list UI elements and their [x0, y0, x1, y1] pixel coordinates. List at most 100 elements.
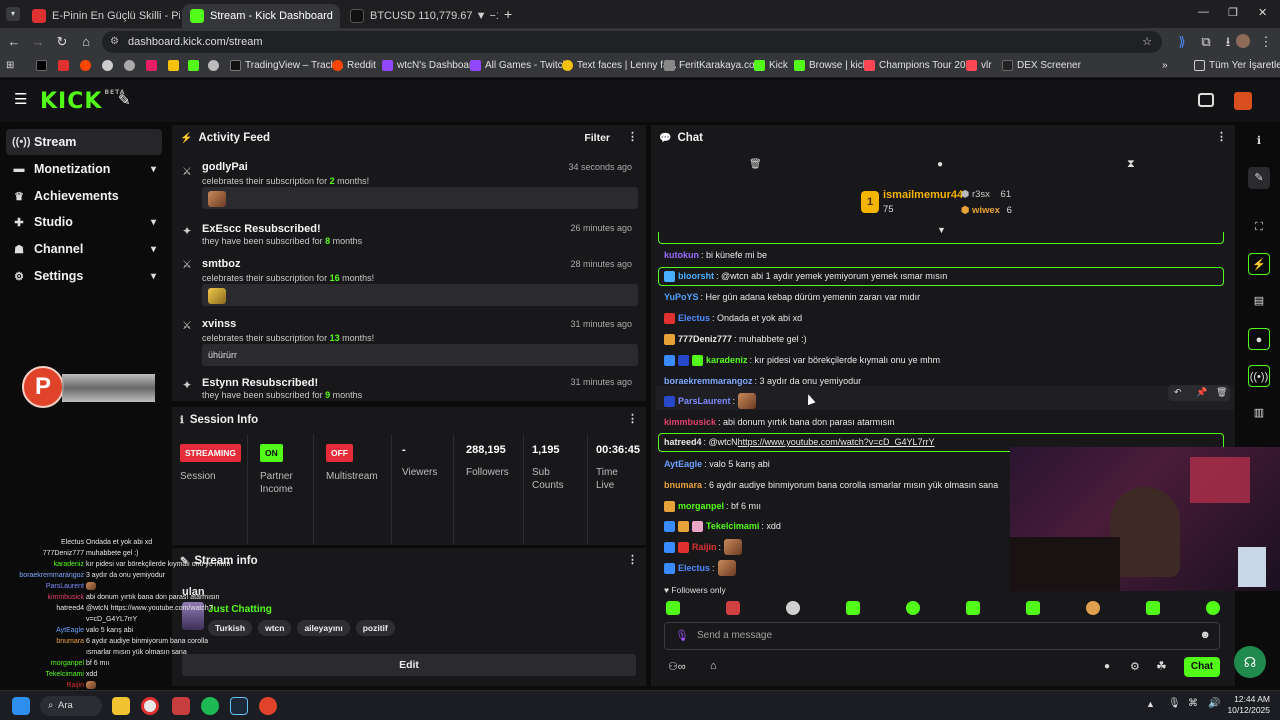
- emote-button[interactable]: [906, 601, 920, 615]
- bookmark-text-faces[interactable]: Text faces | Lenny fa...: [562, 60, 677, 71]
- clock[interactable]: 12:44 AM 10/12/2025: [1226, 694, 1270, 716]
- app-icon[interactable]: [259, 697, 277, 715]
- tag-chip[interactable]: aileyayını: [297, 620, 350, 636]
- url-bar[interactable]: ⚙ dashboard.kick.com/stream ☆: [102, 31, 1162, 53]
- tab-pindirim[interactable]: E-Pinin En Güçlü Skilli - Pindirim ✕: [24, 4, 180, 28]
- bookmark-globe[interactable]: [102, 60, 117, 71]
- more-options-icon[interactable]: ⋮: [627, 555, 638, 566]
- all-bookmarks-folder[interactable]: Tüm Yer İşaretleri: [1194, 60, 1280, 71]
- chat-username[interactable]: boraekremmarangoz: [664, 376, 753, 386]
- chat-username[interactable]: Electus: [678, 563, 710, 573]
- chat-username[interactable]: kimmbusick: [664, 417, 716, 427]
- more-options-icon[interactable]: ⋮: [627, 414, 638, 425]
- pencil-icon[interactable]: ✎: [1248, 167, 1270, 189]
- bookmark-kick[interactable]: Kick: [754, 60, 788, 71]
- close-window-button[interactable]: ✕: [1258, 6, 1267, 19]
- document-icon[interactable]: ▤: [1248, 290, 1270, 312]
- hamburger-menu-icon[interactable]: ☰: [14, 92, 27, 107]
- emote-button[interactable]: [966, 601, 980, 615]
- emote-button[interactable]: [726, 601, 740, 615]
- tab-kick-dashboard[interactable]: Stream - Kick Dashboard ✕: [182, 4, 340, 28]
- store-icon[interactable]: ⌂: [710, 660, 717, 672]
- steam-icon[interactable]: [230, 697, 248, 715]
- bookmark-y[interactable]: [146, 60, 161, 71]
- broadcast-icon[interactable]: ((•)): [1248, 365, 1270, 387]
- spotify-icon[interactable]: [201, 697, 219, 715]
- emote-button[interactable]: [846, 601, 860, 615]
- filter-button[interactable]: Filter: [584, 132, 610, 144]
- chat-username[interactable]: AytEagle: [664, 459, 702, 469]
- chat-username[interactable]: ParsLaurent: [678, 396, 731, 406]
- back-icon[interactable]: ←: [6, 34, 22, 50]
- bookmark-yellow[interactable]: [168, 60, 183, 71]
- bookmark-feritkarakaya[interactable]: FeritKarakaya.com: [664, 60, 763, 71]
- emote-button[interactable]: [786, 601, 800, 615]
- feed-user[interactable]: smtboz: [202, 258, 241, 270]
- crop-icon[interactable]: ⛶: [1248, 216, 1270, 238]
- emote-button[interactable]: [1146, 601, 1160, 615]
- chrome-icon[interactable]: [141, 697, 159, 715]
- trash-icon[interactable]: 🗑: [749, 159, 762, 170]
- profile-avatar[interactable]: [1236, 34, 1250, 48]
- chat-input[interactable]: 🎙 Send a message ☻: [664, 622, 1220, 650]
- chat-username[interactable]: bnumara: [664, 480, 702, 490]
- forward-icon[interactable]: →: [30, 34, 46, 50]
- chat-username[interactable]: Electus: [678, 313, 710, 323]
- chat-username[interactable]: hatreed4: [664, 437, 702, 447]
- bookmark-vlr[interactable]: vlr: [966, 60, 992, 71]
- taskbar-search[interactable]: ⌕ Ara: [40, 696, 102, 716]
- network-icon[interactable]: ⌘: [1188, 698, 1198, 709]
- microphone-icon[interactable]: 🎙: [1168, 698, 1181, 709]
- chat-rules-icon[interactable]: ●: [1104, 661, 1110, 672]
- site-info-icon[interactable]: ⚙: [110, 31, 119, 53]
- chat-bubble-icon[interactable]: ●: [1248, 328, 1270, 350]
- downloads-icon[interactable]: ⭳: [1220, 34, 1236, 50]
- bookmark-browse-kick[interactable]: Browse | kick: [794, 60, 868, 71]
- volume-icon[interactable]: 🔊: [1208, 698, 1220, 709]
- apps-grid-icon[interactable]: ⊞: [6, 60, 14, 71]
- chat-username[interactable]: 777Deniz777: [678, 334, 732, 344]
- emoji-picker-icon[interactable]: ☻: [1199, 629, 1211, 641]
- third-gifter[interactable]: ⬢ wiwex 6: [961, 205, 1012, 216]
- chat-username[interactable]: YuPoYS: [664, 292, 699, 302]
- bookmark-green[interactable]: [188, 60, 203, 71]
- sidebar-item-studio[interactable]: ✚ Studio ▾: [6, 209, 162, 235]
- more-bookmarks-icon[interactable]: »: [1162, 60, 1168, 71]
- feed-user[interactable]: Estynn Resubscribed!: [202, 377, 318, 389]
- bookmark-youtube[interactable]: [58, 60, 73, 71]
- close-icon[interactable]: ✕: [333, 10, 340, 23]
- emote-button[interactable]: [1026, 601, 1040, 615]
- new-tab-button[interactable]: +: [504, 6, 512, 22]
- chat-mode-icon[interactable]: ●: [937, 159, 943, 170]
- multistream-badge[interactable]: OFF: [326, 444, 353, 462]
- emote-button[interactable]: [1206, 601, 1220, 615]
- tag-chip[interactable]: pozitif: [355, 620, 395, 636]
- bookmark-reddit-1[interactable]: [80, 60, 95, 71]
- chat-username[interactable]: morganpel: [678, 501, 724, 511]
- partner-income-badge[interactable]: ON: [260, 444, 283, 462]
- bookmark-all-games[interactable]: All Games - Twitch: [470, 60, 568, 71]
- minimize-button[interactable]: —: [1198, 6, 1209, 18]
- bookmark-globe-3[interactable]: [208, 60, 223, 71]
- microphone-icon[interactable]: 🎙: [675, 629, 689, 642]
- sidebar-item-settings[interactable]: ⚙ Settings ▾: [6, 263, 162, 289]
- extension-icon[interactable]: ⟫: [1174, 34, 1190, 50]
- sidebar-item-stream[interactable]: ((•)) Stream: [6, 129, 162, 155]
- send-chat-button[interactable]: Chat: [1184, 657, 1220, 677]
- bookmark-globe-2[interactable]: [124, 60, 139, 71]
- feed-user[interactable]: ExEscc Resubscribed!: [202, 223, 321, 235]
- info-icon[interactable]: ℹ: [1248, 130, 1270, 152]
- emote-button[interactable]: [1086, 601, 1100, 615]
- sidebar-item-achievements[interactable]: ♛ Achievements: [6, 183, 162, 209]
- sidebar-item-monetization[interactable]: ▬ Monetization ▾: [6, 156, 162, 182]
- tab-list-icon[interactable]: ▾: [6, 7, 20, 21]
- file-explorer-icon[interactable]: [112, 697, 130, 715]
- predictions-icon[interactable]: ⚇∞: [668, 660, 686, 673]
- bookmark-x[interactable]: [36, 60, 51, 71]
- user-avatar[interactable]: [1234, 92, 1252, 110]
- bookmark-tradingview[interactable]: TradingView – Track...: [230, 60, 344, 71]
- users-icon[interactable]: ☘: [1156, 659, 1167, 673]
- chat-message[interactable]: ParsLaurent:: [664, 393, 757, 409]
- stream-preview-icon[interactable]: [1198, 93, 1214, 107]
- chat-username[interactable]: karadeniz: [706, 355, 748, 365]
